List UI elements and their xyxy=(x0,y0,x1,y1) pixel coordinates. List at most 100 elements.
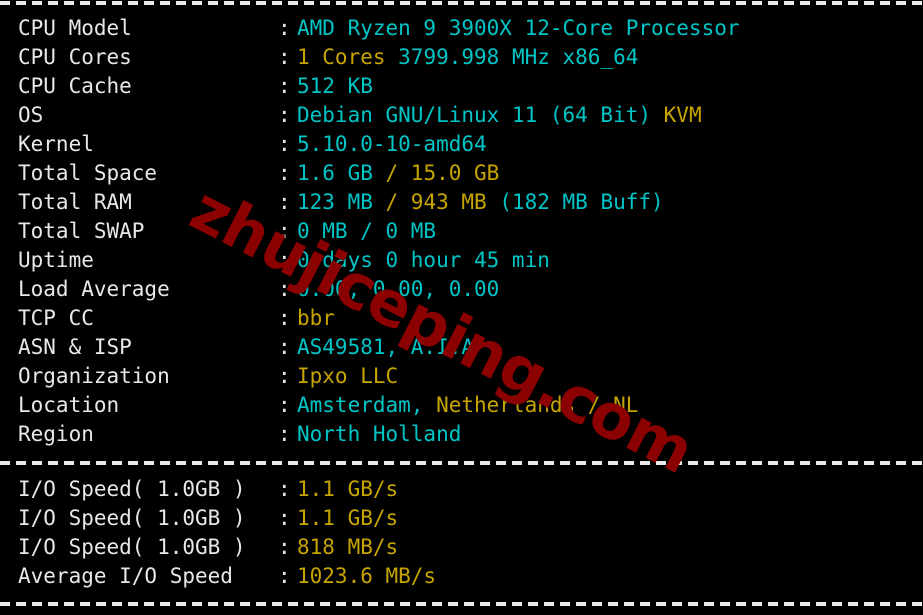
io-result-value-segment: 818 MB/s xyxy=(297,535,399,559)
system-info-row: CPU Model: AMD Ryzen 9 3900X 12-Core Proc… xyxy=(0,14,923,43)
io-result-label: I/O Speed( 1.0GB ) xyxy=(18,506,246,530)
system-info-label: Total SWAP xyxy=(18,219,145,243)
system-info-row: Total Space:1.6 GB / 15.0 GB xyxy=(0,159,923,188)
system-info-colon: : xyxy=(278,132,291,156)
io-result-value-segment: 1023.6 MB/s xyxy=(297,564,437,588)
system-info-colon: : xyxy=(278,161,291,185)
system-info-colon: : xyxy=(278,103,291,127)
system-info-value: 0 days 0 hour 45 min xyxy=(297,246,550,275)
io-result-label: I/O Speed( 1.0GB ) xyxy=(18,535,246,559)
system-info-row: Load Average:0.00, 0.00, 0.00 xyxy=(0,275,923,304)
system-info-label: OS xyxy=(18,103,44,127)
system-info-value-segment: 1.6 GB xyxy=(297,161,386,185)
system-info-value-segment: 0 days 0 hour 45 min xyxy=(297,248,550,272)
system-info-value-segment: 1 Cores xyxy=(297,45,399,69)
separator-middle xyxy=(0,461,923,465)
system-info-value: AS49581, A.I.A xyxy=(297,333,474,362)
system-info-label: Total Space xyxy=(18,161,158,185)
system-info-colon: : xyxy=(278,16,291,40)
system-info-row: Region: North Holland xyxy=(0,420,923,449)
system-info-value-segment: Debian GNU/Linux 11 (64 Bit) xyxy=(297,103,664,127)
system-info-value-segment: Netherlands / NL xyxy=(436,393,639,417)
system-info-label: TCP CC xyxy=(18,306,94,330)
io-result-value: 1.1 GB/s xyxy=(297,504,398,533)
system-info-row: Location: Amsterdam, Netherlands / NL xyxy=(0,391,923,420)
system-info-value-segment: 123 MB xyxy=(297,190,386,214)
io-result-label: Average I/O Speed xyxy=(18,564,233,588)
io-result-value: 1023.6 MB/s xyxy=(297,562,436,591)
system-info-label: CPU Cores xyxy=(18,45,132,69)
system-info-value: Ipxo LLC xyxy=(297,362,398,391)
system-info-colon: : xyxy=(278,190,291,214)
system-info-colon: : xyxy=(278,306,291,330)
system-info-label: Organization xyxy=(18,364,170,388)
io-result-row: I/O Speed( 1.0GB ):1.1 GB/s xyxy=(0,475,923,504)
system-info-block: CPU Model: AMD Ryzen 9 3900X 12-Core Proc… xyxy=(0,14,923,449)
system-info-row: Kernel:5.10.0-10-amd64 xyxy=(0,130,923,159)
system-info-value-segment: / 15.0 GB xyxy=(385,161,500,185)
system-info-value-segment: (182 MB Buff) xyxy=(499,190,664,214)
io-result-row: Average I/O Speed:1023.6 MB/s xyxy=(0,562,923,591)
system-info-value-segment: 512 KB xyxy=(297,74,373,98)
io-result-colon: : xyxy=(278,535,291,559)
system-info-value-segment: AMD Ryzen 9 3900X 12-Core Processor xyxy=(297,16,740,40)
system-info-value: 5.10.0-10-amd64 xyxy=(297,130,487,159)
separator-bottom xyxy=(0,602,923,606)
io-result-value: 818 MB/s xyxy=(297,533,398,562)
system-info-value: AMD Ryzen 9 3900X 12-Core Processor xyxy=(297,14,740,43)
io-result-colon: : xyxy=(278,506,291,530)
system-info-value-segment: bbr xyxy=(297,306,335,330)
system-info-label: Load Average xyxy=(18,277,170,301)
system-info-value-segment: Amsterdam, xyxy=(297,393,437,417)
system-info-value: bbr xyxy=(297,304,335,333)
system-info-label: CPU Cache xyxy=(18,74,132,98)
system-info-value: 0 MB / 0 MB xyxy=(297,217,436,246)
system-info-value-segment: 0 MB / 0 MB xyxy=(297,219,437,243)
system-info-value-segment: AS49581, A.I.A xyxy=(297,335,475,359)
system-info-label: Region xyxy=(18,422,94,446)
system-info-value-segment: / 943 MB xyxy=(385,190,500,214)
io-result-colon: : xyxy=(278,564,291,588)
system-info-value: 1.6 GB / 15.0 GB xyxy=(297,159,499,188)
io-result-row: I/O Speed( 1.0GB ):1.1 GB/s xyxy=(0,504,923,533)
system-info-colon: : xyxy=(278,277,291,301)
system-info-value-segment: 0.00, 0.00, 0.00 xyxy=(297,277,500,301)
io-result-row: I/O Speed( 1.0GB ):818 MB/s xyxy=(0,533,923,562)
system-info-value: North Holland xyxy=(297,420,461,449)
system-info-colon: : xyxy=(278,219,291,243)
system-info-value-segment: North Holland xyxy=(297,422,462,446)
system-info-colon: : xyxy=(278,45,291,69)
system-info-colon: : xyxy=(278,364,291,388)
io-results-block: I/O Speed( 1.0GB ):1.1 GB/s I/O Speed( 1.… xyxy=(0,475,923,591)
system-info-value-segment: Ipxo LLC xyxy=(297,364,399,388)
system-info-label: ASN & ISP xyxy=(18,335,132,359)
system-info-label: Uptime xyxy=(18,248,94,272)
system-info-row: Total SWAP:0 MB / 0 MB xyxy=(0,217,923,246)
io-result-label: I/O Speed( 1.0GB ) xyxy=(18,477,246,501)
system-info-row: CPU Cores:1 Cores 3799.998 MHz x86_64 xyxy=(0,43,923,72)
system-info-value: 0.00, 0.00, 0.00 xyxy=(297,275,499,304)
system-info-label: Location xyxy=(18,393,120,417)
terminal-window: CPU Model: AMD Ryzen 9 3900X 12-Core Proc… xyxy=(0,0,923,615)
system-info-colon: : xyxy=(278,335,291,359)
system-info-colon: : xyxy=(278,393,291,417)
system-info-label: CPU Model xyxy=(18,16,132,40)
io-result-value-segment: 1.1 GB/s xyxy=(297,477,399,501)
system-info-colon: : xyxy=(278,422,291,446)
system-info-row: Organization: Ipxo LLC xyxy=(0,362,923,391)
system-info-value: 123 MB / 943 MB (182 MB Buff) xyxy=(297,188,664,217)
system-info-value: 1 Cores 3799.998 MHz x86_64 xyxy=(297,43,638,72)
io-result-value-segment: 1.1 GB/s xyxy=(297,506,399,530)
io-result-colon: : xyxy=(278,477,291,501)
system-info-colon: : xyxy=(278,248,291,272)
system-info-colon: : xyxy=(278,74,291,98)
system-info-value-segment: 5.10.0-10-amd64 xyxy=(297,132,487,156)
system-info-value: 512 KB xyxy=(297,72,373,101)
system-info-row: Uptime:0 days 0 hour 45 min xyxy=(0,246,923,275)
system-info-label: Kernel xyxy=(18,132,94,156)
system-info-value-segment: 3799.998 MHz x86_64 xyxy=(398,45,639,69)
system-info-row: Total RAM:123 MB / 943 MB (182 MB Buff) xyxy=(0,188,923,217)
system-info-row: ASN & ISP: AS49581, A.I.A xyxy=(0,333,923,362)
system-info-row: TCP CC: bbr xyxy=(0,304,923,333)
system-info-label: Total RAM xyxy=(18,190,132,214)
